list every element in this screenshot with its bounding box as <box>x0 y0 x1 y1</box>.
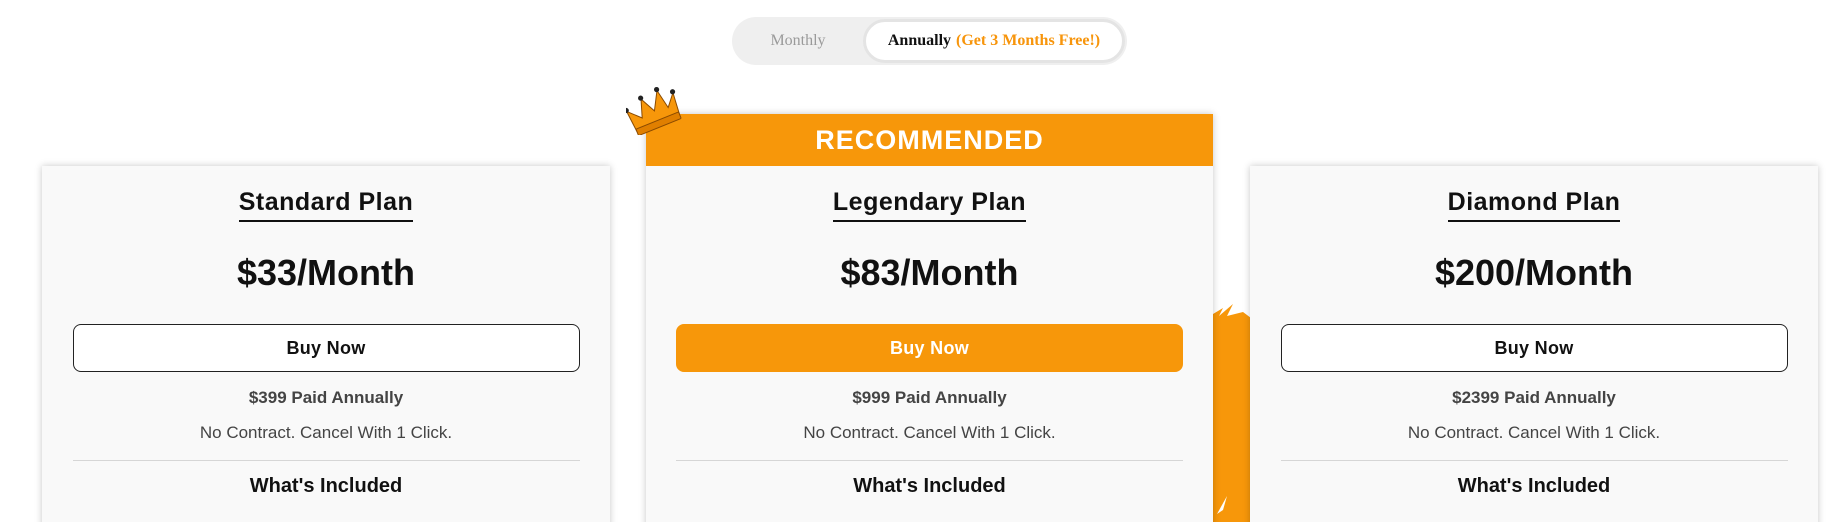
toggle-annual-promo: (Get 3 Months Free!) <box>956 32 1101 49</box>
contract-note: No Contract. Cancel With 1 Click. <box>199 423 453 442</box>
plan-card-body: Standard Plan $33/Month Buy Now $399 Pai… <box>42 166 610 498</box>
paid-annually-text: $2399 Paid Annually <box>1452 388 1616 407</box>
plan-name: Legendary Plan <box>832 188 1027 222</box>
toggle-monthly-label: Monthly <box>770 32 826 49</box>
plan-card-legendary: RECOMMENDED Legendary Plan $83/Month Buy… <box>646 114 1213 522</box>
paid-annually-text: $999 Paid Annually <box>852 388 1007 407</box>
plan-card-diamond: Diamond Plan $200/Month Buy Now $2399 Pa… <box>1250 166 1818 522</box>
plan-card-body: Legendary Plan $83/Month Buy Now $999 Pa… <box>646 166 1213 498</box>
divider <box>676 460 1183 461</box>
divider <box>1280 460 1788 461</box>
toggle-annually[interactable]: Annually (Get 3 Months Free!) <box>863 19 1125 63</box>
plan-price: $200/Month <box>1434 252 1634 293</box>
buy-now-button-standard[interactable]: Buy Now <box>72 324 580 372</box>
whats-included-heading: What's Included <box>853 475 1006 497</box>
plan-name: Standard Plan <box>238 188 414 222</box>
crown-icon <box>626 86 682 135</box>
recommended-ribbon: RECOMMENDED <box>646 114 1213 166</box>
plan-card-body: Diamond Plan $200/Month Buy Now $2399 Pa… <box>1250 166 1818 498</box>
toggle-monthly[interactable]: Monthly <box>732 17 864 65</box>
billing-period-toggle: Monthly Annually (Get 3 Months Free!) <box>732 17 1127 65</box>
whats-included-heading: What's Included <box>249 475 403 497</box>
plan-price: $33/Month <box>236 252 415 293</box>
toggle-annual-label: Annually <box>887 32 952 49</box>
contract-note: No Contract. Cancel With 1 Click. <box>1407 423 1661 442</box>
contract-note: No Contract. Cancel With 1 Click. <box>803 423 1056 442</box>
plan-name: Diamond Plan <box>1447 188 1621 222</box>
whats-included-heading: What's Included <box>1457 475 1611 497</box>
plan-card-standard: Standard Plan $33/Month Buy Now $399 Pai… <box>42 166 610 522</box>
buy-now-button-diamond[interactable]: Buy Now <box>1280 324 1788 372</box>
buy-now-button-legendary[interactable]: Buy Now <box>676 324 1183 372</box>
pricing-page: Monthly Annually (Get 3 Months Free!) St… <box>0 0 1844 522</box>
divider <box>72 460 580 461</box>
brush-stroke-decoration <box>1213 304 1251 522</box>
plan-price: $83/Month <box>840 252 1019 293</box>
paid-annually-text: $399 Paid Annually <box>248 388 404 407</box>
